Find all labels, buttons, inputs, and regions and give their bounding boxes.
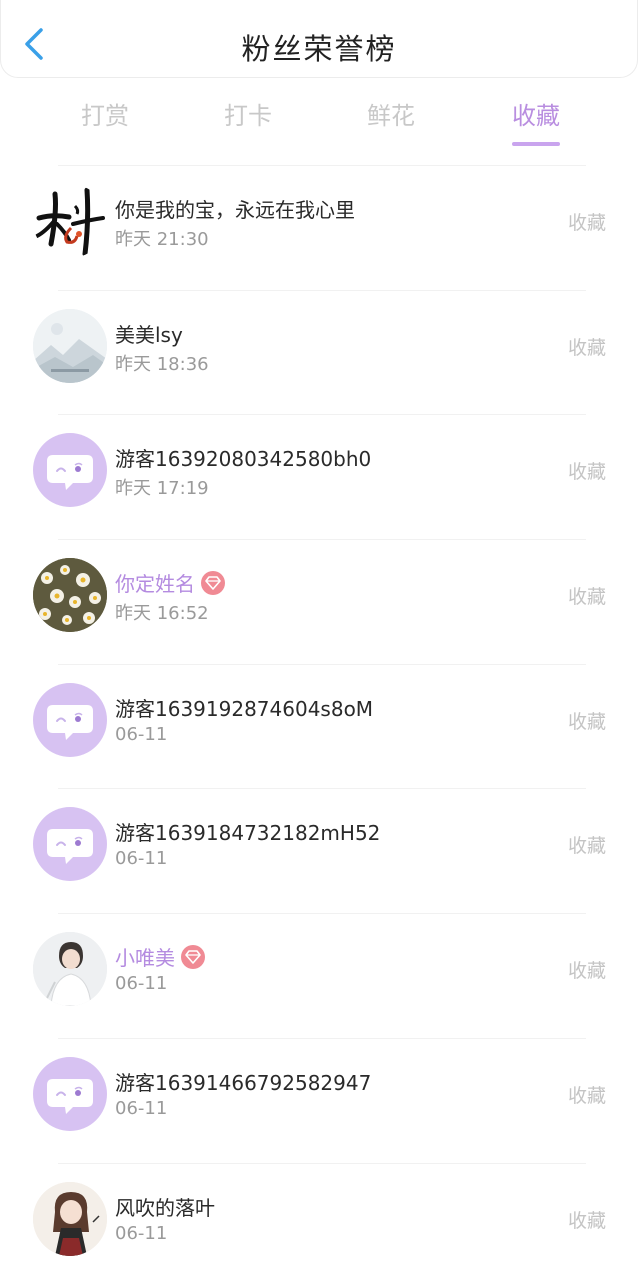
calligraphy-avatar xyxy=(33,184,107,258)
tab-reward[interactable]: 打赏 xyxy=(45,96,165,131)
tab-favorites[interactable]: 收藏 xyxy=(476,96,596,131)
default-chat-avatar xyxy=(33,807,107,881)
fan-name-text: 你定姓名 xyxy=(115,572,195,596)
favorite-label: 收藏 xyxy=(568,707,606,734)
girl-avatar xyxy=(33,1182,107,1256)
fan-time: 昨天 17:19 xyxy=(115,474,209,500)
person-avatar xyxy=(33,932,107,1006)
fan-time: 昨天 18:36 xyxy=(115,350,209,376)
favorite-label: 收藏 xyxy=(568,1081,606,1108)
vip-diamond-icon xyxy=(201,571,225,595)
favorite-label: 收藏 xyxy=(568,457,606,484)
favorite-label: 收藏 xyxy=(568,208,606,235)
list-item[interactable]: 游客1639192874604s8oM 06-11 收藏 xyxy=(0,665,640,790)
fan-name: 你是我的宝，永远在我心里 xyxy=(115,194,355,223)
default-chat-avatar xyxy=(33,1057,107,1131)
fan-name: 游客1639184732182mH52 xyxy=(115,817,380,846)
fan-time: 06-11 xyxy=(115,973,167,994)
fan-time: 06-11 xyxy=(115,848,167,869)
list-item[interactable]: 游客16392080342580bh0 昨天 17:19 收藏 xyxy=(0,415,640,540)
fan-time: 昨天 21:30 xyxy=(115,225,209,251)
default-chat-avatar xyxy=(33,683,107,757)
list-item[interactable]: 小唯美 06-11 收藏 xyxy=(0,914,640,1039)
landscape-avatar xyxy=(33,309,107,383)
fan-time: 06-11 xyxy=(115,724,167,745)
tab-flowers[interactable]: 鲜花 xyxy=(331,96,451,131)
fan-name: 小唯美 xyxy=(115,942,205,971)
favorite-label: 收藏 xyxy=(568,582,606,609)
fan-name-text: 小唯美 xyxy=(115,946,175,970)
list-item[interactable]: 你定姓名 昨天 16:52 收藏 xyxy=(0,540,640,665)
fan-time: 06-11 xyxy=(115,1223,167,1244)
fan-name: 游客1639192874604s8oM xyxy=(115,693,373,722)
header-bar: 粉丝荣誉榜 xyxy=(0,0,638,78)
vip-diamond-icon xyxy=(181,945,205,969)
favorite-label: 收藏 xyxy=(568,956,606,983)
favorite-label: 收藏 xyxy=(568,333,606,360)
default-chat-avatar xyxy=(33,433,107,507)
fan-time: 昨天 16:52 xyxy=(115,599,209,625)
fan-list: 你是我的宝，永远在我心里 昨天 21:30 收藏 美美lsy 昨天 18:36 … xyxy=(0,166,640,1288)
favorite-label: 收藏 xyxy=(568,1206,606,1233)
tab-bar: 打赏 打卡 鲜花 收藏 xyxy=(0,96,640,148)
list-item[interactable]: 游客1639184732182mH52 06-11 收藏 xyxy=(0,789,640,914)
list-item[interactable]: 美美lsy 昨天 18:36 收藏 xyxy=(0,291,640,416)
fan-name: 风吹的落叶 xyxy=(115,1192,215,1221)
fan-name: 游客16391466792582947 xyxy=(115,1067,371,1096)
favorite-label: 收藏 xyxy=(568,831,606,858)
tab-checkin[interactable]: 打卡 xyxy=(188,96,308,131)
list-item[interactable]: 风吹的落叶 06-11 收藏 xyxy=(0,1164,640,1288)
flowers-avatar xyxy=(33,558,107,632)
fan-name: 你定姓名 xyxy=(115,568,225,597)
fan-time: 06-11 xyxy=(115,1098,167,1119)
page-title: 粉丝荣誉榜 xyxy=(1,26,637,68)
active-tab-indicator xyxy=(512,142,560,146)
list-item[interactable]: 游客16391466792582947 06-11 收藏 xyxy=(0,1039,640,1164)
fan-name: 游客16392080342580bh0 xyxy=(115,443,371,472)
list-item[interactable]: 你是我的宝，永远在我心里 昨天 21:30 收藏 xyxy=(0,166,640,291)
fan-name: 美美lsy xyxy=(115,319,183,348)
